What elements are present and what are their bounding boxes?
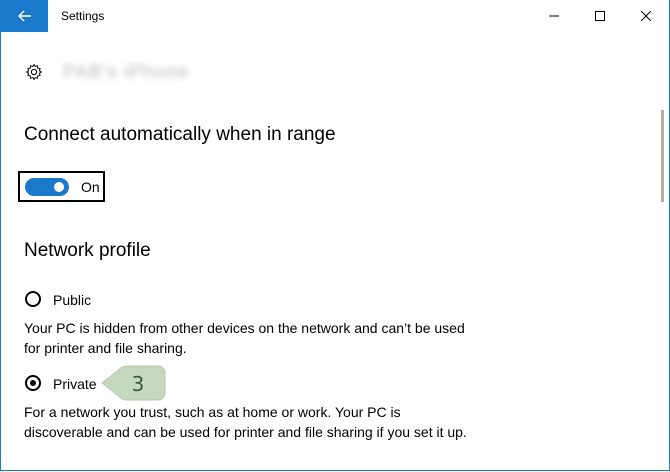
network-name: PAB's iPhone [63,62,190,83]
scrollbar-thumb[interactable] [661,110,664,202]
title-bar: Settings [1,0,669,32]
public-radio[interactable] [25,291,41,307]
close-icon [641,11,651,21]
private-radio[interactable] [25,375,41,391]
public-description: Your PC is hidden from other devices on … [24,320,465,356]
maximize-button[interactable] [577,0,623,32]
private-label[interactable]: Private [53,376,97,392]
step-number: 3 [132,372,145,396]
gear-icon [26,64,42,80]
back-arrow-icon [17,10,31,22]
back-button[interactable] [1,0,48,32]
settings-window: Settings PAB's iPhone Connect automatica… [0,0,670,471]
step-callout: 3 [101,365,166,401]
close-button[interactable] [623,0,669,32]
toggle-switch[interactable] [25,178,69,196]
minimize-icon [549,15,559,17]
connect-automatically-heading: Connect automatically when in range [24,124,336,145]
public-label[interactable]: Public [53,292,91,308]
network-profile-heading: Network profile [24,240,151,261]
connect-toggle[interactable]: On [18,171,105,202]
window-title: Settings [61,9,105,23]
minimize-button[interactable] [531,0,577,32]
radio-selected-dot [30,380,36,386]
private-description: For a network you trust, such as at home… [24,404,467,440]
maximize-icon [595,11,605,21]
toggle-knob [54,182,64,192]
toggle-state-label: On [81,179,100,195]
